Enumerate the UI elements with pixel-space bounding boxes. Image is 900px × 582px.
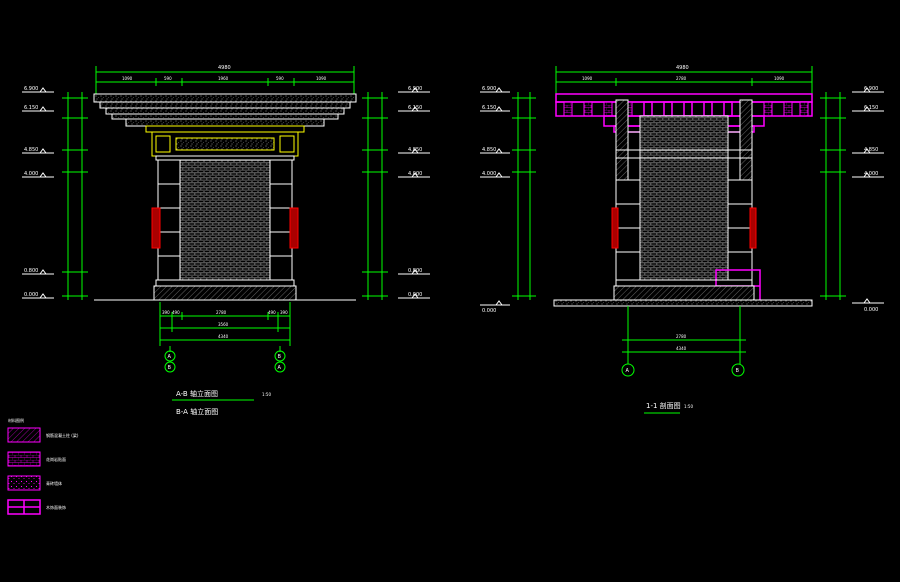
left-bseg-4: 490 [268,310,276,315]
legend-label-1: 钢筋混凝土柱 (梁) [46,432,79,438]
left-elevation: 4980 1090 590 1960 590 1090 6.900 6.150 … [22,65,430,416]
right-red-panel-left [611,207,619,249]
left-axis-bubbles: A B B A [164,350,286,373]
left-level-l-4: 4.000 [24,171,38,177]
right-level-l-1: 6.900 [482,86,496,92]
right-level-l-5: 0.000 [482,308,496,314]
left-axis-b-top: B [278,354,282,360]
left-red-panel-right [289,207,299,249]
legend-label-2: 花岗岩贴面 [46,456,66,462]
legend-label-3: 青砖墙体 [46,480,62,486]
left-level-r-5: 0.800 [408,268,422,274]
left-axis-a-top: A [168,354,172,360]
right-level-l-3: 4.850 [482,147,496,153]
left-axis-b-bottom: A [278,365,282,371]
right-level-r-1: 6.900 [864,86,878,92]
right-level-r-5: 0.000 [864,307,878,313]
left-level-r-2: 6.150 [408,105,422,111]
legend-swatch-dots [7,475,41,491]
left-bottom-total: 3560 [218,322,229,327]
cad-drawing-canvas: 4980 1090 590 1960 590 1090 6.900 6.150 … [7,65,884,515]
right-level-l-4: 4.000 [482,171,496,177]
right-level-r-4: 4.000 [864,171,878,177]
right-scale: 1:50 [684,404,693,409]
left-roof [93,93,357,127]
right-level-r-2: 6.150 [864,105,878,111]
right-seg-1: 1090 [582,76,593,81]
right-level-r-3: 4.850 [864,147,878,153]
left-level-l-1: 6.900 [24,86,38,92]
left-level-l-3: 4.850 [24,147,38,153]
left-level-l-5: 0.800 [24,268,38,274]
left-bottom-dimensions: 390 490 2780 490 390 3560 4340 [159,302,291,352]
right-overall-width: 4980 [676,65,689,71]
right-level-dims-right: 6.900 6.150 4.850 4.000 0.000 [820,86,884,313]
right-section: 4980 1090 2780 1090 6.900 6.150 4.850 4.… [480,65,884,414]
right-bottom-total: 4340 [676,346,687,351]
right-top-dimension: 4980 1090 2780 1090 [555,65,813,98]
right-red-panel-right [749,207,757,249]
legend-title: 材料图例 [8,417,24,423]
left-seg-5: 1090 [316,76,327,81]
right-axis-bubbles: A B [621,363,745,377]
left-axis-a-bottom: B [168,365,172,371]
left-title-block: A-B 轴立面图 1:50 B-A 轴立面图 [172,389,271,416]
right-title-block: 1-1 剖面图 1:50 [644,401,693,414]
left-level-r-1: 6.900 [408,86,422,92]
left-level-dims-left: 6.900 6.150 4.850 4.000 0.800 0.000 [22,86,88,300]
legend-label-4: 木饰面装饰 [46,504,66,510]
legend-swatch-grid [7,451,41,467]
left-seg-4: 590 [276,76,284,81]
left-bseg-2: 490 [172,310,180,315]
left-column-body [151,159,299,281]
right-title: 1-1 剖面图 [646,401,681,410]
left-level-r-4: 4.000 [408,171,422,177]
right-level-dims-left: 6.900 6.150 4.850 4.000 0.000 [480,86,536,314]
left-level-l-6: 0.000 [24,292,38,298]
right-bottom-seg: 2780 [676,334,687,339]
right-axis-right: B [736,368,740,374]
material-legend: 材料图例 钢筋混凝土柱 (梁) 花岗岩贴面 青砖墙体 木饰面装饰 [7,417,79,515]
left-bseg-3: 2780 [216,310,227,315]
left-level-r-6: 0.000 [408,292,422,298]
right-axis-left: A [626,368,630,374]
right-column [611,99,761,303]
right-level-l-2: 6.150 [482,105,496,111]
legend-swatch-hatch [7,427,41,443]
left-overall-width: 4980 [218,65,231,71]
left-seg-3: 1960 [218,76,229,81]
right-base [553,279,813,307]
left-level-l-2: 6.150 [24,105,38,111]
left-top-dimension: 4980 1090 590 1960 590 1090 [95,65,355,98]
left-seg-1: 1090 [122,76,133,81]
left-seg-2: 590 [164,76,172,81]
right-seg-2: 2780 [676,76,687,81]
left-title-alt: B-A 轴立面图 [176,407,218,416]
left-scale: 1:50 [262,392,271,397]
left-capital [145,125,305,161]
left-bseg-5: 390 [280,310,288,315]
left-base [94,279,356,301]
left-level-dims-right: 6.900 6.150 4.850 4.000 0.800 0.000 [362,86,430,300]
left-title: A-B 轴立面图 [176,389,218,398]
right-seg-3: 1090 [774,76,785,81]
right-bottom-dimensions: 2780 4340 [622,306,746,364]
left-red-panel-left [151,207,161,249]
left-bottom-overall: 4340 [218,334,229,339]
left-bseg-1: 390 [162,310,170,315]
left-level-r-3: 4.850 [408,147,422,153]
legend-swatch-panel [7,499,41,515]
